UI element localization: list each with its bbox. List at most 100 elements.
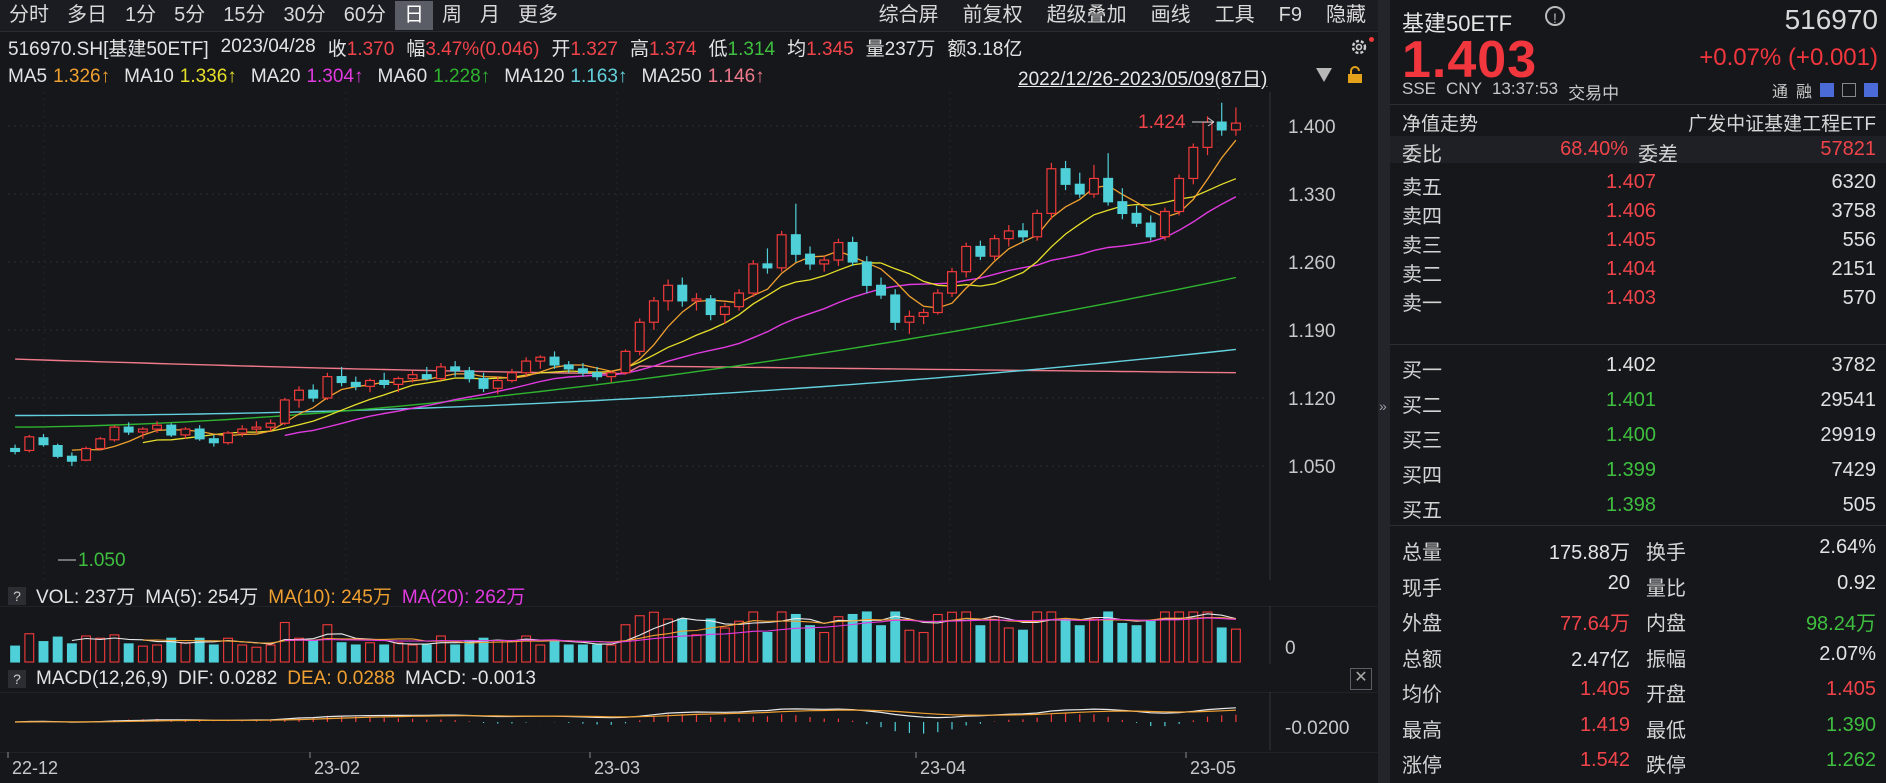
price-tick: 1.120 xyxy=(1288,389,1336,410)
volume-chart[interactable]: 0 xyxy=(0,606,1378,664)
stat-value: 2.64% xyxy=(1819,536,1876,558)
level-volume: 570 xyxy=(1842,287,1876,309)
volume-bar xyxy=(52,636,63,663)
candle xyxy=(946,267,957,297)
volume-bar xyxy=(663,618,674,663)
date-range-link[interactable]: 2022/12/26-2023/05/09(87日) xyxy=(1018,64,1267,91)
volume-bar xyxy=(492,639,503,663)
stat-value: 175.88万 xyxy=(1548,542,1630,564)
toolbar-tool-6[interactable]: 隐藏 xyxy=(1314,1,1378,30)
nav-trend-link[interactable]: 净值走势 xyxy=(1402,109,1478,136)
volume-bar xyxy=(620,624,631,663)
stat-label: 现手 xyxy=(1402,577,1442,600)
stat-label: 跌停 xyxy=(1646,755,1686,777)
bid-row[interactable]: 买一 1.402 3782 xyxy=(1390,348,1886,383)
help-icon[interactable]: ? xyxy=(8,670,26,688)
close-indicator-icon[interactable]: ✕ xyxy=(1350,668,1372,690)
period-tab-2[interactable]: 1分 xyxy=(116,1,165,30)
period-tab-8[interactable]: 周 xyxy=(433,1,471,30)
period-tab-6[interactable]: 60分 xyxy=(335,1,395,30)
symbol-label: 516970.SH[基建50ETF] xyxy=(8,38,209,60)
fund-name: 广发中证基建工程ETF xyxy=(1688,114,1876,135)
date-tick: 23-04 xyxy=(920,758,966,778)
candlestick-chart[interactable]: 1.400 1.330 1.260 1.190 1.120 1.050 1.424 1.050 xyxy=(0,92,1378,580)
period-tab-4[interactable]: 15分 xyxy=(214,1,274,30)
bid-row[interactable]: 买二 1.401 29541 xyxy=(1390,383,1886,418)
period-tab-1[interactable]: 多日 xyxy=(58,1,116,30)
macd-title: MACD(12,26,9) xyxy=(36,668,168,689)
volume-bar xyxy=(237,644,248,663)
bid-row[interactable]: 买三 1.400 29919 xyxy=(1390,418,1886,453)
level-volume: 29541 xyxy=(1820,389,1876,411)
volume-bar xyxy=(1216,627,1227,663)
exchange-label: SSE xyxy=(1402,79,1437,98)
candle xyxy=(279,398,290,426)
volume-bar xyxy=(805,625,815,663)
toolbar-tool-2[interactable]: 超级叠加 xyxy=(1035,1,1139,30)
level-label: 卖一 xyxy=(1402,293,1442,315)
window-icon[interactable] xyxy=(1842,83,1856,97)
candle xyxy=(1046,162,1057,220)
candle xyxy=(620,349,631,375)
level-volume: 505 xyxy=(1842,494,1876,516)
toolbar-tool-4[interactable]: 工具 xyxy=(1203,1,1267,30)
volume-bar xyxy=(1131,625,1142,663)
bid-row[interactable]: 买五 1.398 505 xyxy=(1390,488,1886,523)
bid-row[interactable]: 买四 1.399 7429 xyxy=(1390,453,1886,488)
macd-value: MACD: -0.0013 xyxy=(405,668,536,689)
stat-value: 77.64万 xyxy=(1559,613,1630,635)
ma-value: 1.326↑ xyxy=(53,66,111,87)
toolbar-tool-3[interactable]: 画线 xyxy=(1139,1,1203,30)
low-value: 1.314 xyxy=(727,38,776,60)
volume-bar xyxy=(265,644,276,663)
period-tab-3[interactable]: 5分 xyxy=(165,1,214,30)
edit-icon[interactable] xyxy=(1820,83,1834,97)
stat-value: 1.262 xyxy=(1825,749,1876,771)
help-icon[interactable]: ? xyxy=(8,586,26,605)
ma-item-ma250: MA250 1.146↑ xyxy=(641,66,764,88)
volume-bar xyxy=(322,624,333,663)
amp-label: 幅 xyxy=(406,38,426,60)
period-tab-10[interactable]: 更多 xyxy=(509,1,567,30)
period-tab-9[interactable]: 月 xyxy=(471,1,509,30)
stat-label: 最低 xyxy=(1646,719,1686,742)
level-price: 1.398 xyxy=(1605,494,1656,516)
period-tab-0[interactable]: 分时 xyxy=(0,1,58,30)
volume-bar xyxy=(1018,629,1028,663)
lock-icon[interactable] xyxy=(1347,66,1363,84)
toolbar-tool-1[interactable]: 前复权 xyxy=(951,1,1035,30)
add-icon[interactable] xyxy=(1864,83,1878,97)
candle xyxy=(1174,174,1185,216)
macd-chart[interactable]: -0.0200 xyxy=(0,692,1378,750)
ask-row[interactable]: 卖一 1.403 570 xyxy=(1390,281,1886,316)
period-tab-5[interactable]: 30分 xyxy=(275,1,335,30)
high-annotation: 1.424 xyxy=(1138,112,1186,133)
level-price: 1.399 xyxy=(1605,459,1656,481)
info-icon[interactable]: ! xyxy=(1545,6,1565,26)
volume-bar xyxy=(1088,618,1099,663)
quote-panel: 基建50ETF ! 516970 1.403 +0.07% (+0.001) S… xyxy=(1390,0,1886,783)
volume-bar xyxy=(152,644,163,663)
volume-bar xyxy=(762,631,773,663)
level-volume: 6320 xyxy=(1831,171,1877,193)
stat-label: 量比 xyxy=(1646,577,1686,600)
close-label: 收 xyxy=(327,38,347,60)
toolbar-tool-0[interactable]: 综合屏 xyxy=(867,1,951,30)
collapse-chevron-icon[interactable]: » xyxy=(1379,398,1387,414)
level-label: 买二 xyxy=(1402,395,1442,417)
volume-bar xyxy=(81,635,92,663)
range-dropdown-icon[interactable] xyxy=(1316,68,1332,82)
stat-label: 涨停 xyxy=(1402,755,1442,777)
volume-bar xyxy=(819,631,830,663)
volume-bar xyxy=(677,618,688,663)
period-tab-7[interactable]: 日 xyxy=(395,1,433,30)
date-tick: 23-03 xyxy=(594,758,640,778)
stat-value: 20 xyxy=(1607,571,1630,594)
ma-label: MA250 xyxy=(641,66,702,87)
stat-label: 开盘 xyxy=(1646,684,1686,706)
security-code: 516970 xyxy=(1784,4,1878,35)
panel-splitter[interactable]: » xyxy=(1378,0,1390,783)
settings-gear-icon[interactable] xyxy=(1348,36,1370,58)
volume-bar xyxy=(748,611,759,663)
toolbar-tool-5[interactable]: F9 xyxy=(1267,1,1314,30)
